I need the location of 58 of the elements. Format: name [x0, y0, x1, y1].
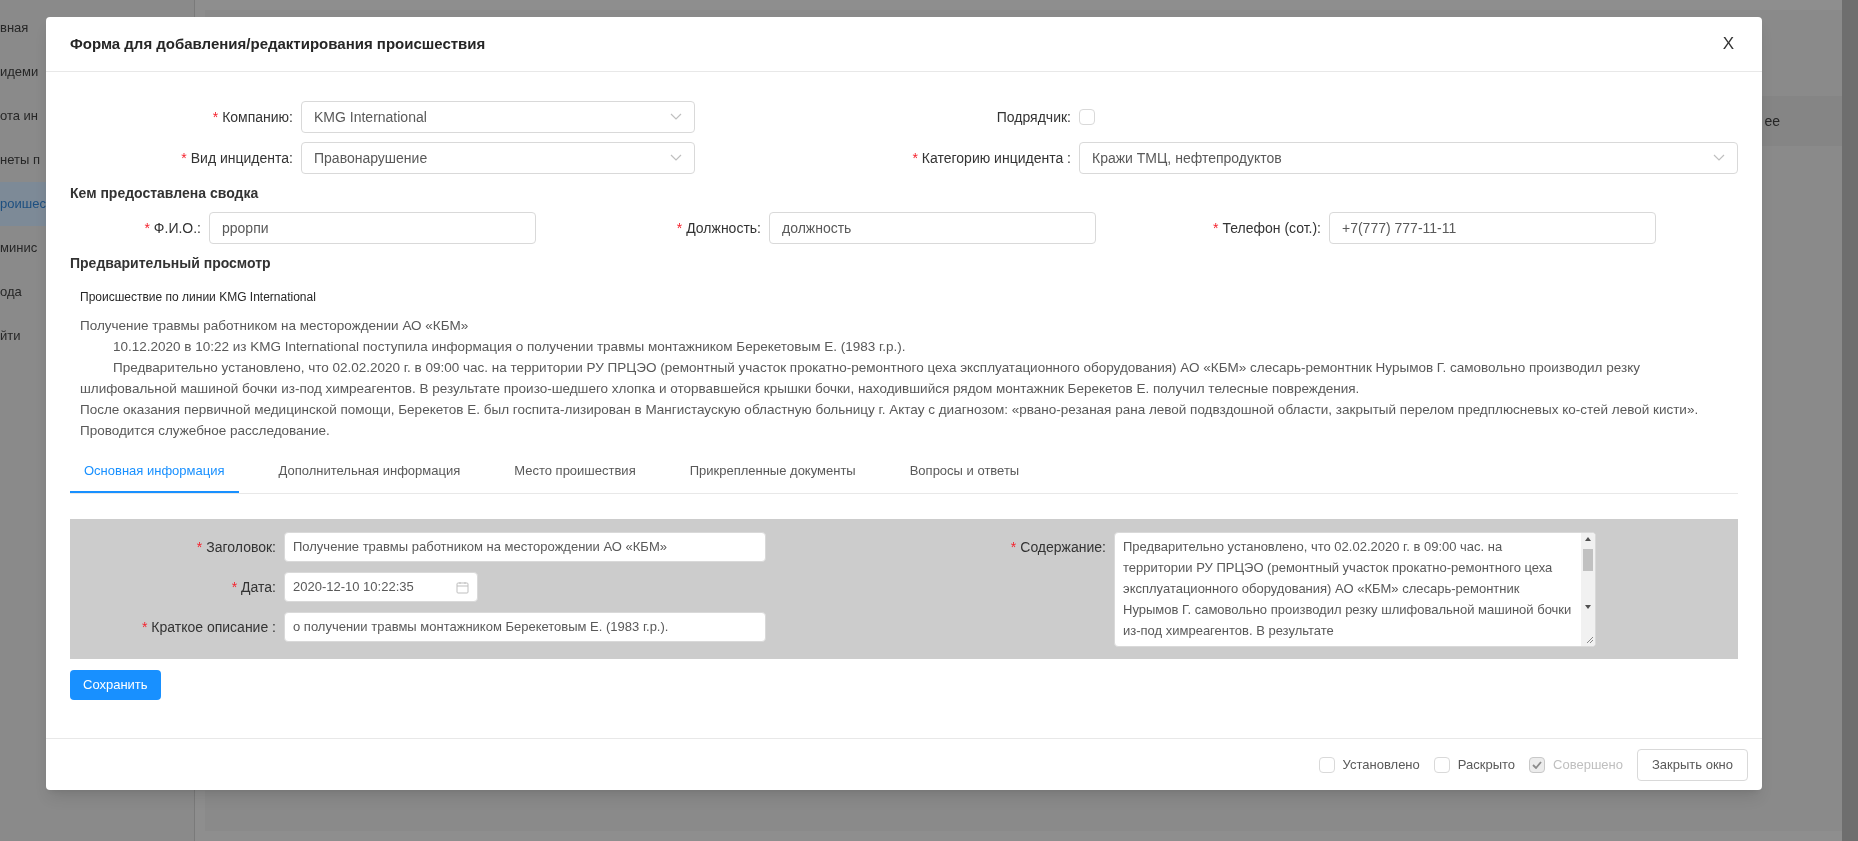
modal-title: Форма для добавления/редактирования происшествия: [70, 33, 486, 54]
checkbox[interactable]: [1433, 756, 1450, 773]
required-mark: *: [231, 577, 238, 597]
field-label: Компанию:: [222, 107, 293, 127]
checkbox-label: Совершено: [1553, 755, 1623, 774]
checkbox-label: Установлено: [1342, 755, 1420, 774]
required-mark: *: [212, 107, 219, 127]
field-label: Краткое описание :: [151, 617, 276, 637]
input-field[interactable]: Получение травмы работником на месторождении АО «КБМ»: [284, 532, 766, 562]
textarea-field[interactable]: Предварительно установлено, что 02.02.2020 г. в 09:00 час. на территории РУ ПРЦЭО (ремонтный участок прокатно-ремонтного цеха эксплуатационного оборудования) АО «КБМ» слесарь-ремонтник Нурымов Г. самовольно производил резку шлифовальной машиной бочки из-под химреагентов. В результате: [1114, 532, 1596, 647]
checkmark-icon: [1532, 760, 1543, 769]
field-label: Содержание:: [1020, 537, 1106, 557]
select-field[interactable]: Кражи ТМЦ, нефтепродуктов: [1079, 142, 1738, 174]
close-window-button[interactable]: Закрыть окно: [1637, 748, 1748, 781]
chevron-down-icon: [670, 154, 682, 162]
field-label: Телефон (сот.):: [1222, 218, 1321, 238]
required-mark: *: [1010, 537, 1017, 557]
tab[interactable]: Прикрепленные документы: [675, 450, 870, 493]
preview-paragraph: Предварительно установлено, что 02.02.2020 г. в 09:00 час. на территории РУ ПРЦЭО (ремонтный участок прокатно-ремонтного цеха эксплуатационного оборудования) АО «КБМ» слесарь-ремонтник Нурымов Г. самовольно производил резку шлифовальной машиной бочки из-под химреагентов. В результате произо-шедшего хлопка и оторвавшейся крышки бочки, находившийся рядом монтажник Берекетов Е. получил телесные повреждения.: [80, 359, 1641, 398]
field-label: Категорию инцидента :: [921, 148, 1071, 168]
field-label: Ф.И.О.:: [153, 218, 201, 238]
required-mark: *: [144, 218, 150, 238]
required-mark: *: [912, 148, 918, 168]
checkbox[interactable]: [1318, 756, 1335, 773]
field-label: Дата:: [241, 577, 276, 597]
date-field[interactable]: 2020-12-10 10:22:35: [284, 572, 478, 602]
required-mark: *: [181, 148, 187, 168]
field-label: Вид инцидента:: [190, 148, 293, 168]
input-field[interactable]: о получении травмы монтажником Берекетовым Е. (1983 г.р.).: [284, 612, 766, 642]
preview-title: Происшествие по линии KMG International: [80, 289, 317, 306]
select-field[interactable]: KMG International: [301, 101, 695, 133]
select-field[interactable]: Правонарушение: [301, 142, 695, 174]
required-mark: *: [141, 617, 148, 637]
tab[interactable]: Вопросы и ответы: [895, 450, 1034, 493]
input-field[interactable]: +7(777) 777-11-11: [1329, 212, 1656, 244]
field-label: Должность:: [686, 218, 761, 238]
input-field[interactable]: ррорпи: [209, 212, 536, 244]
field-label: Подрядчик:: [996, 107, 1071, 127]
preview-paragraph: Получение травмы работником на месторождении АО «КБМ»: [80, 317, 470, 335]
chevron-down-icon: [1713, 154, 1725, 162]
tab[interactable]: Место проишествия: [500, 450, 650, 493]
calendar-icon: [456, 580, 469, 594]
required-mark: *: [196, 537, 203, 557]
input-field[interactable]: должность: [769, 212, 1096, 244]
section-heading: Предварительный просмотр: [70, 254, 272, 273]
chevron-down-icon: [670, 113, 682, 121]
close-button[interactable]: X: [1718, 31, 1738, 57]
checkbox[interactable]: [1079, 109, 1095, 125]
required-mark: *: [676, 218, 683, 238]
field-label: Заголовок:: [206, 537, 276, 557]
checkbox-label: Раскрыто: [1457, 755, 1516, 774]
preview-paragraph: После оказания первичной медицинской помощи, Берекетов Е. был госпита-лизирован в Мангистаускую областную больницу г. Актау с диагнозом: «рвано-резаная рана левой подвздошной области, закрытый перелом предплюсневых ко-стей левой кисти».: [80, 401, 1700, 419]
tab[interactable]: Дополнительная информация: [264, 450, 475, 493]
section-heading: Кем предоставлена сводка: [70, 184, 260, 203]
required-mark: *: [1212, 218, 1219, 238]
preview-paragraph: 10.12.2020 в 10:22 из KMG International поступила информация о получении травмы монтажником Берекетовым Е. (1983 г.р.).: [112, 338, 907, 356]
column-header: ее: [1764, 111, 1780, 131]
preview-paragraph: Проводится служебное расследование.: [80, 422, 331, 440]
